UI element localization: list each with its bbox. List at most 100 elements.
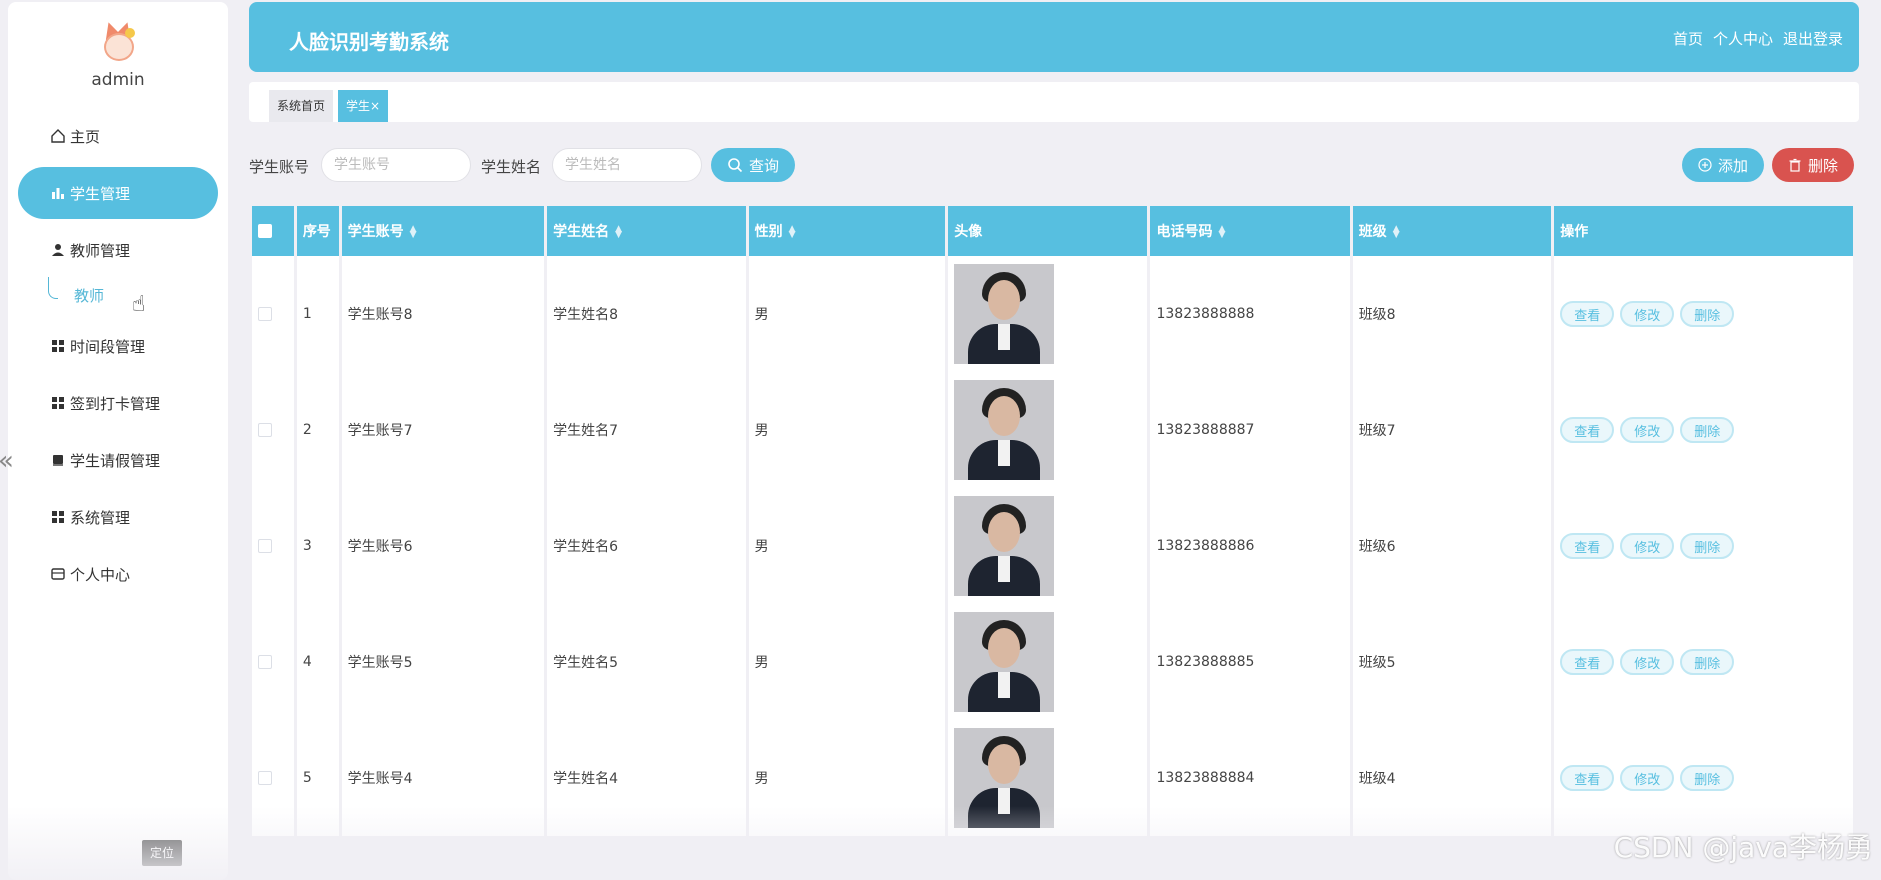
sidebar-subitem-label: 教师 [74,286,105,305]
view-button[interactable]: 查看 [1560,301,1615,327]
plus-circle-icon [1698,158,1712,172]
row-select-cell[interactable] [252,604,294,720]
edit-button[interactable]: 修改 [1620,301,1675,327]
column-header-gender[interactable]: 性别 ▲ ▼ [748,206,946,256]
book-icon [50,452,66,468]
sidebar-item-timeslot[interactable]: 时间段管理 [18,320,218,372]
row-select-cell[interactable] [252,720,294,836]
table-row: 5 学生账号4 学生姓名4 男 13823888884 班级4 查看 修改 删除 [252,720,1853,836]
tab-student[interactable]: 学生× [338,90,389,122]
delete-button[interactable]: 删除 [1680,649,1735,675]
cell-ops: 查看 修改 删除 [1554,488,1853,604]
account-label: 学生账号 [249,158,310,176]
row-checkbox[interactable] [258,539,272,553]
sort-icon[interactable]: ▲ ▼ [1393,225,1400,240]
row-checkbox[interactable] [258,307,272,321]
sort-icon[interactable]: ▲ ▼ [789,225,796,240]
column-header-account[interactable]: 学生账号 ▲ ▼ [341,206,545,256]
header-link-logout[interactable]: 退出登录 [1783,28,1843,49]
account-search-input[interactable] [321,148,471,182]
sidebar-item-label: 时间段管理 [70,337,146,356]
sidebar-item-label: 签到打卡管理 [70,394,161,413]
row-checkbox[interactable] [258,655,272,669]
cell-avatar [948,372,1148,488]
cell-no: 1 [296,256,339,372]
view-button[interactable]: 查看 [1560,533,1615,559]
sidebar-item-label: 个人中心 [70,565,131,584]
sidebar-subitem-teacher[interactable]: 教师 [18,275,218,315]
delete-button[interactable]: 删除 [1680,765,1735,791]
row-select-cell[interactable] [252,372,294,488]
cell-gender: 男 [748,604,946,720]
sidebar-item-profile[interactable]: 个人中心 [18,548,218,600]
delete-button[interactable]: 删除 [1680,417,1735,443]
grid-icon [50,509,66,525]
table-row: 2 学生账号7 学生姓名7 男 13823888887 班级7 查看 修改 删除 [252,372,1853,488]
cell-account: 学生账号8 [341,256,545,372]
cell-avatar [948,604,1148,720]
close-icon[interactable]: × [370,99,380,113]
row-checkbox[interactable] [258,771,272,785]
add-button[interactable]: 添加 [1682,148,1764,182]
sidebar-item-system[interactable]: 系统管理 [18,491,218,543]
name-label: 学生姓名 [481,158,542,176]
row-select-cell[interactable] [252,488,294,604]
sidebar-item-label: 学生请假管理 [70,451,161,470]
batch-delete-button[interactable]: 删除 [1772,148,1854,182]
edit-button[interactable]: 修改 [1620,765,1675,791]
tab-system-home[interactable]: 系统首页 [269,90,334,122]
search-bar: 学生账号 学生姓名 查询 添加 删除 [249,148,1859,182]
sort-icon[interactable]: ▲ ▼ [410,225,417,240]
add-label: 添加 [1717,156,1748,175]
cell-no: 4 [296,604,339,720]
cell-avatar [948,256,1148,372]
view-button[interactable]: 查看 [1560,765,1615,791]
header-link-home[interactable]: 首页 [1673,28,1703,49]
student-photo [954,380,1055,480]
sidebar-menu: 主页 学生管理 教师管理 教师 时间段管理 签到打卡管理 学生请假管理 系统管理… [8,110,228,600]
sort-icon[interactable]: ▲ ▼ [615,225,622,240]
column-header-phone[interactable]: 电话号码 ▲ ▼ [1150,206,1350,256]
edit-button[interactable]: 修改 [1620,533,1675,559]
cell-account: 学生账号6 [341,488,545,604]
select-all-checkbox[interactable] [258,224,272,238]
sidebar-item-teacher[interactable]: 教师管理 [18,224,218,276]
sort-icon[interactable]: ▲ ▼ [1218,225,1225,240]
grid-icon [50,395,66,411]
search-icon [728,158,743,173]
sidebar-item-leave[interactable]: 学生请假管理 [18,434,218,486]
username: admin [91,70,145,90]
sidebar-item-label: 主页 [70,127,101,146]
select-all-cell[interactable] [252,206,294,256]
view-button[interactable]: 查看 [1560,649,1615,675]
sidebar-item-label: 系统管理 [70,508,131,527]
sidebar-item-home[interactable]: 主页 [18,110,218,162]
delete-button[interactable]: 删除 [1680,301,1735,327]
collapse-sidebar-icon[interactable]: « [0,446,14,476]
sidebar-item-checkin[interactable]: 签到打卡管理 [18,377,218,429]
column-header-avatar: 头像 [948,206,1148,256]
locate-button[interactable]: 定位 [142,840,182,866]
cell-class: 班级4 [1352,720,1552,836]
cell-class: 班级8 [1352,256,1552,372]
column-header-name[interactable]: 学生姓名 ▲ ▼ [547,206,746,256]
home-icon [50,128,66,144]
column-header-class[interactable]: 班级 ▲ ▼ [1352,206,1552,256]
cell-account: 学生账号5 [341,604,545,720]
cell-ops: 查看 修改 删除 [1554,372,1853,488]
header-link-profile[interactable]: 个人中心 [1713,28,1773,49]
delete-button[interactable]: 删除 [1680,533,1735,559]
query-button[interactable]: 查询 [711,148,795,182]
cell-ops: 查看 修改 删除 [1554,256,1853,372]
sidebar-item-student[interactable]: 学生管理 [18,167,218,219]
row-checkbox[interactable] [258,423,272,437]
edit-button[interactable]: 修改 [1620,649,1675,675]
cell-gender: 男 [748,488,946,604]
name-search-input[interactable] [552,148,702,182]
edit-button[interactable]: 修改 [1620,417,1675,443]
student-photo [954,496,1055,596]
view-button[interactable]: 查看 [1560,417,1615,443]
cell-avatar [948,488,1148,604]
cell-gender: 男 [748,720,946,836]
row-select-cell[interactable] [252,256,294,372]
